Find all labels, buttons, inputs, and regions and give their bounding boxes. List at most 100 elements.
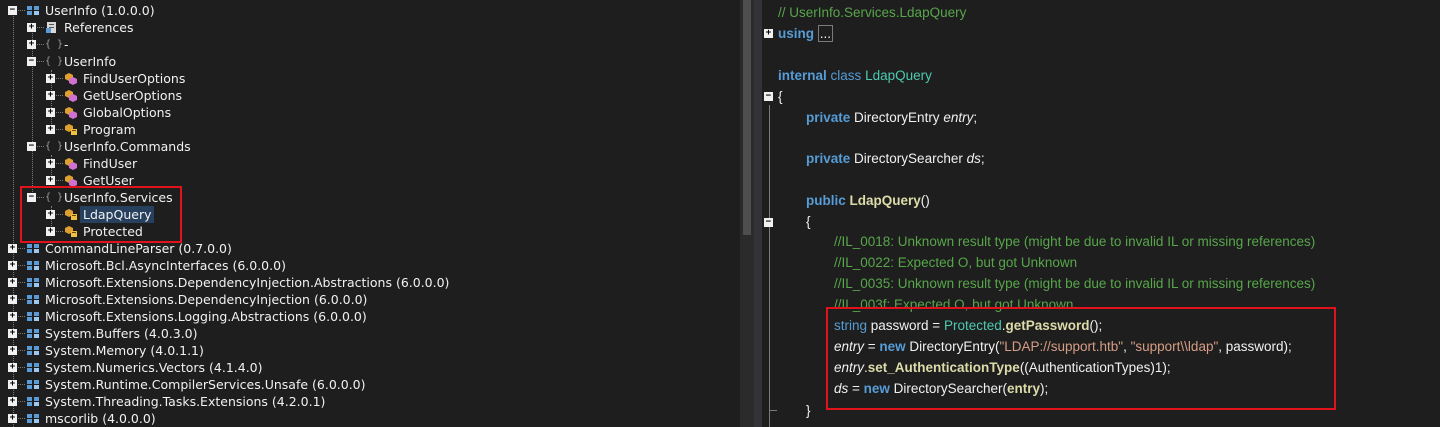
namespace-icon: { } (45, 39, 64, 50)
tree-item-label: GetUserOptions (83, 88, 182, 103)
tree-item-label: Microsoft.Bcl.AsyncInterfaces (6.0.0.0) (45, 258, 286, 273)
code-using-line: using ... (778, 25, 834, 42)
assembly-icon (26, 378, 40, 391)
expand-toggle-icon[interactable]: + (8, 295, 17, 304)
class-icon (64, 72, 78, 85)
references-icon (45, 21, 59, 34)
assembly-icon (26, 310, 40, 323)
fold-guide-ctor (769, 231, 770, 416)
code-header-comment: // UserInfo.Services.LdapQuery (778, 5, 967, 20)
tree-item[interactable]: + Microsoft.Extensions.Logging.Abstractio… (0, 308, 740, 325)
tree-scrollbar[interactable] (740, 0, 754, 427)
tree-item[interactable]: + System.Numerics.Vectors (4.1.4.0) (0, 359, 740, 376)
tree-item[interactable]: − UserInfo (1.0.0.0) (0, 2, 740, 19)
ctor-fold-toggle[interactable]: − (764, 218, 773, 227)
assembly-icon (26, 259, 40, 272)
tree-item[interactable]: + GetUserOptions (0, 87, 740, 104)
expand-toggle-icon[interactable]: + (27, 40, 36, 49)
using-fold-toggle[interactable]: + (764, 29, 773, 38)
class-fold-toggle[interactable]: − (764, 92, 773, 101)
expand-toggle-icon[interactable]: + (46, 74, 55, 83)
expand-toggle-icon[interactable]: + (8, 380, 17, 389)
tree-item[interactable]: + FindUser (0, 155, 740, 172)
assembly-icon (26, 4, 40, 17)
expand-toggle-icon[interactable]: + (46, 176, 55, 185)
expand-toggle-icon[interactable]: + (8, 346, 17, 355)
code-comment-line: //IL_0022: Expected O, but got Unknown (834, 255, 1078, 270)
assembly-icon (26, 242, 40, 255)
tree-item[interactable]: + System.Memory (4.0.1.1) (0, 342, 740, 359)
assembly-icon (26, 276, 40, 289)
tree-item[interactable]: + FindUserOptions (0, 70, 740, 87)
panel-splitter[interactable] (754, 0, 762, 427)
assembly-icon (26, 395, 40, 408)
assembly-icon (26, 344, 40, 357)
namespace-icon: { } (45, 56, 64, 67)
code-comment-line: //IL_0018: Unknown result type (might be… (834, 234, 1316, 249)
tree-item-label: UserInfo (1.0.0.0) (45, 3, 155, 18)
expand-toggle-icon[interactable]: + (8, 261, 17, 270)
expand-toggle-icon[interactable]: + (27, 23, 36, 32)
tree-item-label: Program (83, 122, 136, 137)
assembly-icon (26, 327, 40, 340)
code-ctor-close-brace: } (806, 403, 811, 418)
code-editor[interactable]: // UserInfo.Services.LdapQuery + using .… (762, 0, 1440, 427)
tree-item-label: Microsoft.Extensions.DependencyInjection… (45, 275, 450, 290)
expand-toggle-icon[interactable]: + (46, 108, 55, 117)
tree-item[interactable]: + System.Buffers (4.0.3.0) (0, 325, 740, 342)
expand-toggle-icon[interactable]: + (46, 159, 55, 168)
using-collapsed-box[interactable]: ... (817, 25, 834, 42)
code-ctor-signature: public LdapQuery() (806, 193, 930, 208)
tree-item-label: System.Buffers (4.0.3.0) (45, 326, 198, 341)
class-icon (64, 89, 78, 102)
internal-class-icon (64, 123, 78, 136)
tree-item[interactable]: + System.Runtime.CompilerServices.Unsafe … (0, 376, 740, 393)
tree-item[interactable]: + { } - (0, 36, 740, 53)
tree-scrollbar-thumb[interactable] (743, 0, 751, 235)
highlight-box-services (20, 186, 182, 243)
assembly-explorer-panel: − UserInfo (1.0.0.0) + References +{ } - −{ } U… (0, 0, 740, 427)
namespace-icon: { } (45, 141, 64, 152)
code-ctor-open-brace: { (806, 214, 811, 229)
collapse-toggle-icon[interactable]: − (27, 57, 36, 66)
tree-item-label: References (64, 20, 134, 35)
code-class-open-brace: { (778, 89, 783, 104)
expand-toggle-icon[interactable]: + (8, 312, 17, 321)
collapse-toggle-icon[interactable]: − (8, 6, 17, 15)
tree-item-label: Microsoft.Extensions.Logging.Abstraction… (45, 309, 367, 324)
collapse-toggle-icon[interactable]: − (27, 142, 36, 151)
expand-toggle-icon[interactable]: + (8, 329, 17, 338)
expand-toggle-icon[interactable]: + (8, 278, 17, 287)
code-field-ds: private DirectorySearcher ds; (806, 151, 985, 166)
expand-toggle-icon[interactable]: + (8, 397, 17, 406)
tree-item-label: UserInfo.Commands (64, 139, 191, 154)
expand-toggle-icon[interactable]: + (8, 414, 17, 423)
tree-item[interactable]: + Program (0, 121, 740, 138)
tree-item[interactable]: + Microsoft.Extensions.DependencyInjectio… (0, 274, 740, 291)
tree-item-label: FindUserOptions (83, 71, 186, 86)
tree-item[interactable]: −{ } UserInfo (0, 53, 740, 70)
highlight-box-credentials (826, 307, 1336, 410)
expand-toggle-icon[interactable]: + (46, 91, 55, 100)
expand-toggle-icon[interactable]: + (8, 244, 17, 253)
code-field-entry: private DirectoryEntry entry; (806, 110, 978, 125)
tree-item[interactable]: + mscorlib (4.0.0.0) (0, 410, 740, 427)
tree-item[interactable]: + GlobalOptions (0, 104, 740, 121)
expand-toggle-icon[interactable]: + (46, 125, 55, 134)
assembly-icon (26, 412, 40, 425)
class-icon (64, 106, 78, 119)
tree-item-label: System.Memory (4.0.1.1) (45, 343, 204, 358)
assembly-icon (26, 293, 40, 306)
tree-item-label: UserInfo (64, 54, 117, 69)
tree-item-label: GlobalOptions (83, 105, 172, 120)
code-comment-line: //IL_0035: Unknown result type (might be… (834, 276, 1316, 291)
tree-item[interactable]: + Microsoft.Bcl.AsyncInterfaces (6.0.0.0) (0, 257, 740, 274)
tree-item[interactable]: + Microsoft.Extensions.DependencyInjectio… (0, 291, 740, 308)
expand-toggle-icon[interactable]: + (8, 363, 17, 372)
tree-item-label: Microsoft.Extensions.DependencyInjection… (45, 292, 368, 307)
tree-item[interactable]: + References (0, 19, 740, 36)
code-class-declaration: internal class LdapQuery (778, 68, 932, 83)
tree-item[interactable]: −{ } UserInfo.Commands (0, 138, 740, 155)
tree-item-label: FindUser (83, 156, 138, 171)
tree-item[interactable]: + System.Threading.Tasks.Extensions (4.2.… (0, 393, 740, 410)
